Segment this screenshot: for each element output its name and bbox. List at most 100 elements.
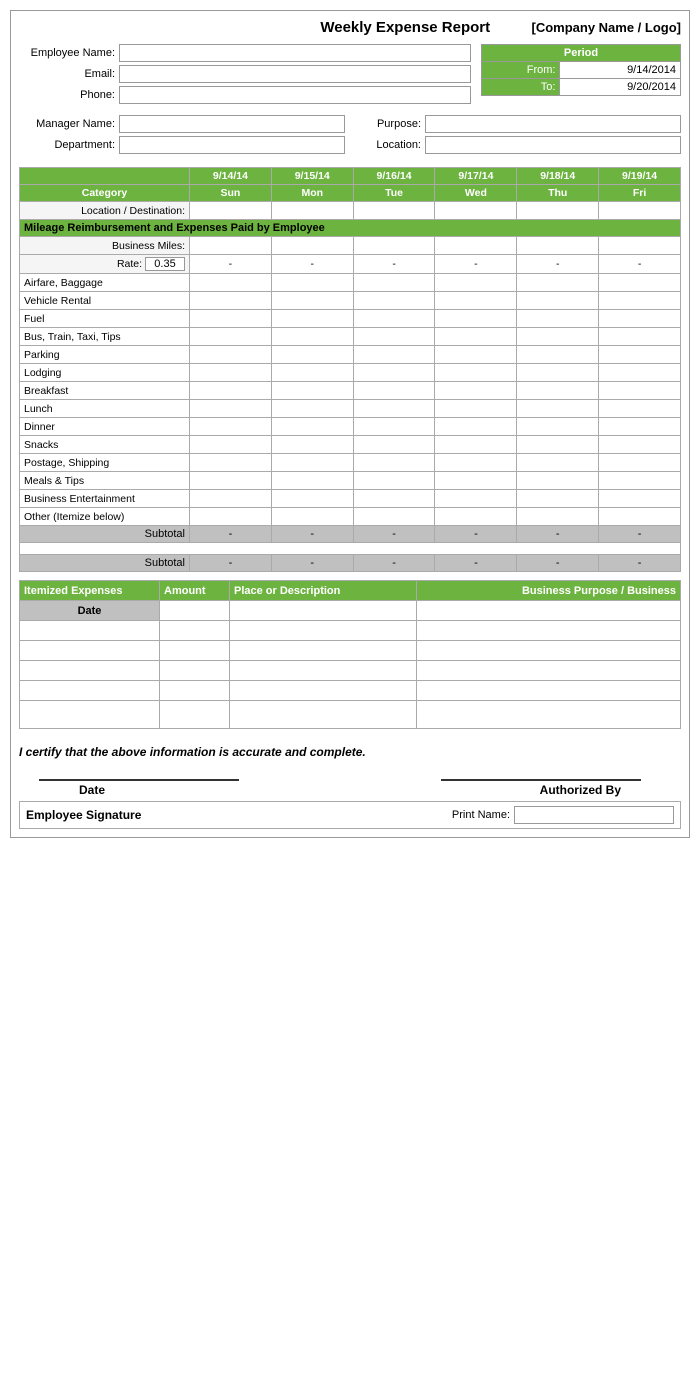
business-row5[interactable] bbox=[416, 681, 680, 701]
date-row2[interactable] bbox=[20, 621, 160, 641]
rate-wed: - bbox=[435, 255, 517, 274]
to-label: To: bbox=[482, 79, 560, 96]
sub2-sun: - bbox=[190, 555, 272, 572]
amount-row1[interactable] bbox=[160, 601, 230, 621]
date-sun: 9/14/14 bbox=[190, 168, 272, 185]
from-label: From: bbox=[482, 62, 560, 79]
rate-tue: - bbox=[353, 255, 435, 274]
manager-label: Manager Name: bbox=[19, 118, 119, 130]
place-row1[interactable] bbox=[230, 601, 417, 621]
sub1-thu: - bbox=[517, 526, 599, 543]
sub1-fri: - bbox=[599, 526, 681, 543]
cat-meals: Meals & Tips bbox=[20, 472, 190, 490]
location-dest-label: Location / Destination: bbox=[20, 202, 190, 220]
amount-row3[interactable] bbox=[160, 641, 230, 661]
sub2-wed: - bbox=[435, 555, 517, 572]
email-label: Email: bbox=[19, 68, 119, 80]
date-mon: 9/15/14 bbox=[271, 168, 353, 185]
rate-input[interactable] bbox=[145, 257, 185, 271]
employee-name-input[interactable] bbox=[119, 44, 471, 62]
date-row3[interactable] bbox=[20, 641, 160, 661]
sub2-mon: - bbox=[271, 555, 353, 572]
rate-thu: - bbox=[517, 255, 599, 274]
page-title: Weekly Expense Report bbox=[159, 19, 531, 36]
date-thu: 9/18/14 bbox=[517, 168, 599, 185]
cat-breakfast: Breakfast bbox=[20, 382, 190, 400]
loc-tue[interactable] bbox=[353, 202, 435, 220]
business-row6[interactable] bbox=[416, 701, 680, 729]
date-fri: 9/19/14 bbox=[599, 168, 681, 185]
amount-row2[interactable] bbox=[160, 621, 230, 641]
loc-fri[interactable] bbox=[599, 202, 681, 220]
sub2-thu: - bbox=[517, 555, 599, 572]
email-input[interactable] bbox=[119, 65, 471, 83]
itemized-header: Itemized Expenses bbox=[20, 581, 160, 601]
period-header: Period bbox=[482, 45, 681, 62]
place-row6[interactable] bbox=[230, 701, 417, 729]
miles-tue[interactable] bbox=[353, 237, 435, 255]
day-mon: Mon bbox=[271, 185, 353, 202]
loc-wed[interactable] bbox=[435, 202, 517, 220]
subtotal1-label: Subtotal bbox=[20, 526, 190, 543]
date-row5[interactable] bbox=[20, 681, 160, 701]
place-row3[interactable] bbox=[230, 641, 417, 661]
business-row1[interactable] bbox=[416, 601, 680, 621]
location-input[interactable] bbox=[425, 136, 681, 154]
miles-mon[interactable] bbox=[271, 237, 353, 255]
cat-postage: Postage, Shipping bbox=[20, 454, 190, 472]
cat-airfare: Airfare, Baggage bbox=[20, 274, 190, 292]
cat-dinner: Dinner bbox=[20, 418, 190, 436]
business-row3[interactable] bbox=[416, 641, 680, 661]
mileage-section-header: Mileage Reimbursement and Expenses Paid … bbox=[20, 220, 681, 237]
amount-row6[interactable] bbox=[160, 701, 230, 729]
sub1-wed: - bbox=[435, 526, 517, 543]
place-col-header: Place or Description bbox=[230, 581, 417, 601]
category-label: Category bbox=[20, 185, 190, 202]
date-label: Date bbox=[79, 783, 105, 797]
business-miles-label: Business Miles: bbox=[20, 237, 190, 255]
date-row6[interactable] bbox=[20, 701, 160, 729]
business-row2[interactable] bbox=[416, 621, 680, 641]
phone-input[interactable] bbox=[119, 86, 471, 104]
department-label: Department: bbox=[19, 139, 119, 151]
day-tue: Tue bbox=[353, 185, 435, 202]
loc-thu[interactable] bbox=[517, 202, 599, 220]
manager-input[interactable] bbox=[119, 115, 345, 133]
place-row5[interactable] bbox=[230, 681, 417, 701]
miles-sun[interactable] bbox=[190, 237, 272, 255]
employee-sig-label: Employee Signature bbox=[26, 808, 141, 822]
loc-sun[interactable] bbox=[190, 202, 272, 220]
purpose-input[interactable] bbox=[425, 115, 681, 133]
sub2-fri: - bbox=[599, 555, 681, 572]
place-row4[interactable] bbox=[230, 661, 417, 681]
certification-text: I certify that the above information is … bbox=[19, 745, 366, 759]
miles-thu[interactable] bbox=[517, 237, 599, 255]
day-sun: Sun bbox=[190, 185, 272, 202]
amount-row4[interactable] bbox=[160, 661, 230, 681]
print-name-label: Print Name: bbox=[452, 809, 510, 821]
rate-mon: - bbox=[271, 255, 353, 274]
authorized-label: Authorized By bbox=[540, 783, 621, 797]
cat-lodging: Lodging bbox=[20, 364, 190, 382]
sub2-tue: - bbox=[353, 555, 435, 572]
phone-label: Phone: bbox=[19, 89, 119, 101]
date-signature-line bbox=[39, 779, 239, 781]
loc-mon[interactable] bbox=[271, 202, 353, 220]
cat-other: Other (Itemize below) bbox=[20, 508, 190, 526]
sub1-tue: - bbox=[353, 526, 435, 543]
business-col-header: Business Purpose / Business bbox=[416, 581, 680, 601]
print-name-input[interactable] bbox=[514, 806, 674, 824]
category-header bbox=[20, 168, 190, 185]
period-from: 9/14/2014 bbox=[560, 62, 681, 79]
date-tue: 9/16/14 bbox=[353, 168, 435, 185]
date-wed: 9/17/14 bbox=[435, 168, 517, 185]
rate-label: Rate: bbox=[20, 255, 190, 274]
cat-fuel: Fuel bbox=[20, 310, 190, 328]
business-row4[interactable] bbox=[416, 661, 680, 681]
date-row4[interactable] bbox=[20, 661, 160, 681]
amount-row5[interactable] bbox=[160, 681, 230, 701]
miles-fri[interactable] bbox=[599, 237, 681, 255]
department-input[interactable] bbox=[119, 136, 345, 154]
place-row2[interactable] bbox=[230, 621, 417, 641]
miles-wed[interactable] bbox=[435, 237, 517, 255]
